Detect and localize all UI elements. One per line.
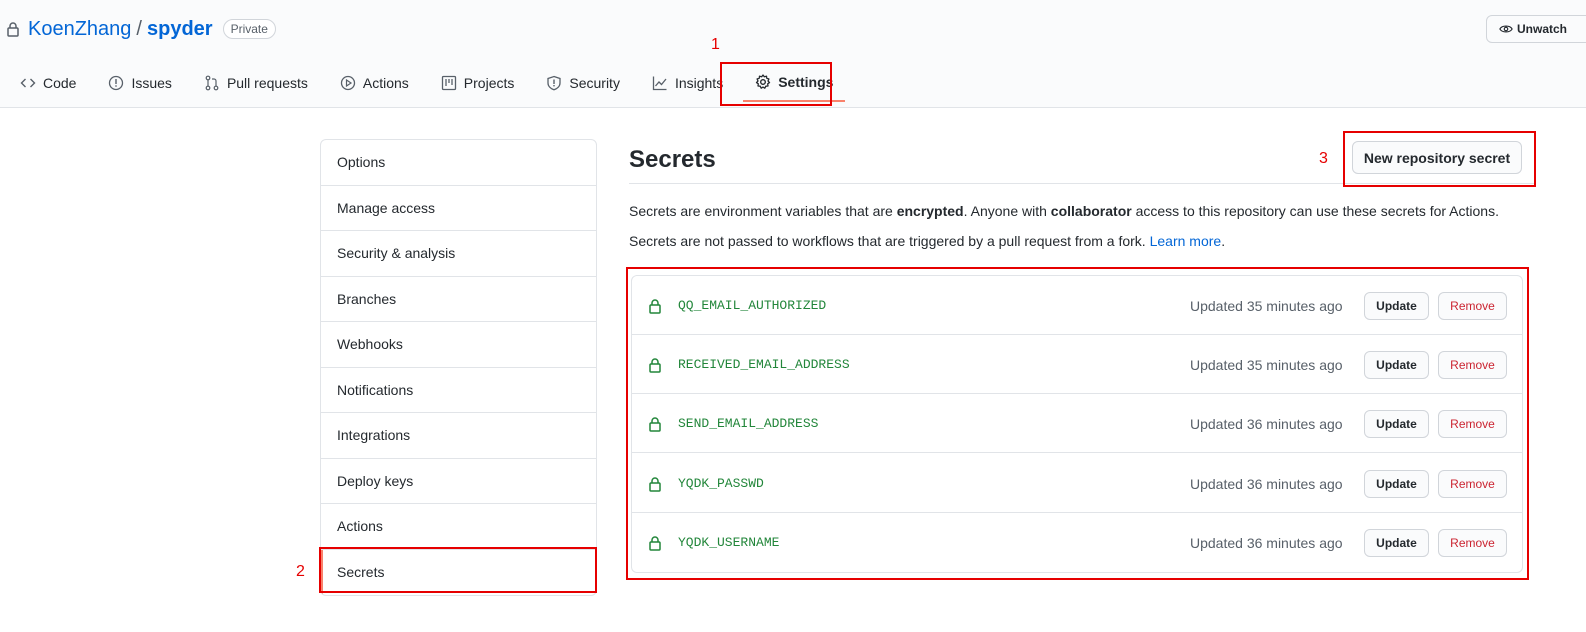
shield-icon <box>547 75 562 91</box>
tab-label: Actions <box>362 75 409 91</box>
repo-title: KoenZhang / spyder Private <box>6 14 276 44</box>
desc-text: . Anyone with <box>963 203 1051 219</box>
unwatch-label: Unwatch <box>1517 22 1568 36</box>
sidebar-item-actions[interactable]: Actions <box>321 504 596 550</box>
fork-notice: Secrets are not passed to workflows that… <box>629 233 1225 249</box>
tab-label: Projects <box>463 75 515 91</box>
desc-text: access to this repository can use these … <box>1131 203 1499 219</box>
secrets-description: Secrets are environment variables that a… <box>629 203 1499 219</box>
page-title: Secrets <box>629 146 716 173</box>
desc-bold-encrypted: encrypted <box>896 203 964 219</box>
tab-pull-requests[interactable]: Pull requests <box>192 66 320 100</box>
tab-actions[interactable]: Actions <box>328 66 421 100</box>
sidebar-item-branches[interactable]: Branches <box>321 277 596 322</box>
settings-sidebar: Options Manage access Security & analysi… <box>320 139 597 596</box>
sidebar-item-webhooks[interactable]: Webhooks <box>321 322 596 368</box>
annotation-box-2 <box>319 547 597 593</box>
fork-notice-text: Secrets are not passed to workflows that… <box>629 233 1150 249</box>
tab-projects[interactable]: Projects <box>429 66 527 100</box>
tab-code[interactable]: Code <box>8 66 88 100</box>
tab-label: Insights <box>674 75 724 91</box>
repo-name-link[interactable]: spyder <box>147 18 213 41</box>
pull-request-icon <box>205 75 219 91</box>
tab-issues[interactable]: Issues <box>96 66 183 100</box>
fork-notice-end: . <box>1221 233 1226 249</box>
unwatch-button[interactable]: Unwatch <box>1486 15 1586 43</box>
sidebar-item-notifications[interactable]: Notifications <box>321 368 596 413</box>
repo-owner-link[interactable]: KoenZhang <box>28 18 131 41</box>
desc-bold-collaborator: collaborator <box>1050 203 1132 219</box>
sidebar-item-options[interactable]: Options <box>321 140 596 186</box>
issue-icon <box>109 75 124 91</box>
graph-icon <box>652 76 667 91</box>
desc-text: Secrets are environment variables that a… <box>629 203 897 219</box>
annotation-box-secrets-list <box>626 267 1529 580</box>
sidebar-item-manage-access[interactable]: Manage access <box>321 186 596 231</box>
play-icon <box>340 75 356 91</box>
annotation-number-2: 2 <box>296 563 305 580</box>
tab-label: Issues <box>131 75 172 91</box>
sidebar-item-deploy-keys[interactable]: Deploy keys <box>321 459 596 504</box>
project-icon <box>441 75 456 91</box>
annotation-number-1: 1 <box>711 36 720 53</box>
annotation-box-1 <box>720 62 832 106</box>
code-icon <box>20 78 36 88</box>
learn-more-link[interactable]: Learn more <box>1150 233 1222 249</box>
annotation-box-3 <box>1343 131 1536 187</box>
eye-icon <box>1499 25 1513 33</box>
tab-label: Security <box>569 75 620 91</box>
annotation-number-3: 3 <box>1319 150 1328 167</box>
lock-icon <box>7 22 19 37</box>
visibility-badge: Private <box>222 19 276 39</box>
tab-label: Code <box>43 75 77 91</box>
tab-security[interactable]: Security <box>534 66 632 100</box>
sidebar-item-integrations[interactable]: Integrations <box>321 413 596 459</box>
tab-label: Pull requests <box>226 75 308 91</box>
sidebar-item-security-analysis[interactable]: Security & analysis <box>321 231 596 277</box>
path-separator: / <box>136 17 142 40</box>
